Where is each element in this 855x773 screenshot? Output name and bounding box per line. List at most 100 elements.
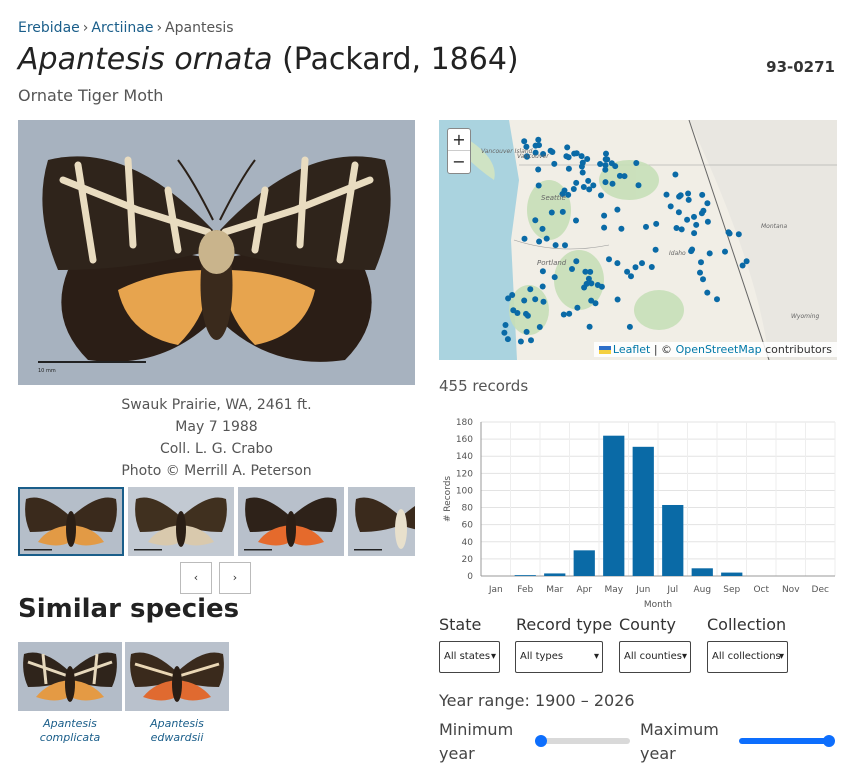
map-occurrence-dot[interactable] [672,171,679,178]
breadcrumb-subfamily-link[interactable]: Arctiinae [91,20,153,36]
map-occurrence-dot[interactable] [501,329,508,336]
map-occurrence-dot[interactable] [551,274,558,281]
map-occurrence-dot[interactable] [633,160,640,166]
map-occurrence-dot[interactable] [700,276,706,283]
map-occurrence-dot[interactable] [521,297,528,304]
map-occurrence-dot[interactable] [573,179,580,186]
map-occurrence-dot[interactable] [564,144,571,151]
map-occurrence-dot[interactable] [523,310,529,317]
bar-mar[interactable] [544,573,566,576]
maximum-year-slider[interactable] [739,738,833,744]
map-occurrence-dot[interactable] [606,256,612,263]
minimum-year-slider-handle[interactable] [535,735,547,747]
map-occurrence-dot[interactable] [691,213,697,220]
map-occurrence-dot[interactable] [583,280,590,287]
map-occurrence-dot[interactable] [653,220,660,227]
map-occurrence-dot[interactable] [635,182,642,189]
map-occurrence-dot[interactable] [573,150,580,157]
similar-species-name[interactable]: Apantesis complicata [18,717,122,745]
map-occurrence-dot[interactable] [676,193,683,200]
map-occurrence-dot[interactable] [726,230,733,237]
map-occurrence-dot[interactable] [590,182,597,189]
map-occurrence-dot[interactable] [616,172,623,179]
map-occurrence-dot[interactable] [667,203,674,210]
map-occurrence-dot[interactable] [618,225,625,232]
map-occurrence-dot[interactable] [604,156,611,163]
map-occurrence-dot[interactable] [580,184,587,190]
map-occurrence-dot[interactable] [598,192,604,199]
map-occurrence-dot[interactable] [504,336,511,343]
map-occurrence-dot[interactable] [685,196,692,203]
map-occurrence-dot[interactable] [536,142,542,149]
zoom-out-button[interactable]: − [448,151,470,173]
map-occurrence-dot[interactable] [527,286,534,293]
map-occurrence-dot[interactable] [693,221,700,228]
state-select[interactable]: All states ▾ [439,641,500,673]
map-occurrence-dot[interactable] [698,259,704,266]
main-specimen-photo[interactable]: 10 mm [18,120,415,385]
map-occurrence-dot[interactable] [562,242,568,249]
maximum-year-slider-handle[interactable] [823,735,835,747]
map-occurrence-dot[interactable] [704,200,711,207]
map-occurrence-dot[interactable] [532,217,539,224]
map-occurrence-dot[interactable] [536,324,543,330]
bar-aug[interactable] [691,568,713,576]
map-occurrence-dot[interactable] [626,323,633,330]
map-occurrence-dot[interactable] [573,217,579,224]
map-occurrence-dot[interactable] [663,191,670,198]
map-occurrence-dot[interactable] [592,300,599,307]
map-occurrence-dot[interactable] [612,163,619,170]
map-occurrence-dot[interactable] [586,323,593,330]
map-occurrence-dot[interactable] [528,337,534,344]
map-occurrence-dot[interactable] [704,289,711,296]
map-occurrence-dot[interactable] [535,166,542,173]
map-occurrence-dot[interactable] [602,179,609,186]
map-occurrence-dot[interactable] [601,212,608,219]
map-occurrence-dot[interactable] [706,250,713,257]
similar-epithet[interactable]: edwardsii [125,731,229,745]
map-occurrence-dot[interactable] [609,180,616,187]
map-occurrence-dot[interactable] [585,177,592,184]
map-occurrence-dot[interactable] [639,260,645,267]
similar-species-card[interactable]: Apantesis edwardsii [125,642,229,745]
map-occurrence-dot[interactable] [565,165,572,172]
county-select[interactable]: All counties ▾ [619,641,691,673]
map-occurrence-dot[interactable] [570,186,577,192]
map-occurrence-dot[interactable] [543,235,550,242]
bar-sep[interactable] [721,572,743,576]
map-occurrence-dot[interactable] [628,273,634,280]
thumbnail-1[interactable] [18,487,124,556]
map-occurrence-dot[interactable] [510,307,517,314]
map-occurrence-dot[interactable] [652,246,659,253]
bar-apr[interactable] [573,550,595,576]
similar-genus[interactable]: Apantesis [125,717,229,731]
similar-species-image[interactable] [125,642,229,711]
map-occurrence-dot[interactable] [578,163,585,170]
map-occurrence-dot[interactable] [643,223,649,230]
map-occurrence-dot[interactable] [584,156,591,162]
map-occurrence-dot[interactable] [739,262,746,269]
map-occurrence-dot[interactable] [573,258,580,265]
map-occurrence-dot[interactable] [648,264,655,270]
leaflet-link[interactable]: Leaflet [613,343,650,356]
map-occurrence-dot[interactable] [560,311,567,318]
map-occurrence-dot[interactable] [714,296,720,303]
map-occurrence-dot[interactable] [603,150,609,157]
bar-feb[interactable] [514,575,536,576]
map-occurrence-dot[interactable] [601,224,608,231]
map-occurrence-dot[interactable] [565,154,572,161]
map-occurrence-dot[interactable] [678,226,685,233]
map-occurrence-dot[interactable] [691,230,698,237]
zoom-in-button[interactable]: + [448,129,470,151]
map-occurrence-dot[interactable] [539,283,546,290]
map-occurrence-dot[interactable] [521,138,528,145]
map-occurrence-dot[interactable] [697,269,703,276]
thumbnail-4[interactable] [348,487,415,556]
map-occurrence-dot[interactable] [698,210,705,217]
similar-genus[interactable]: Apantesis [18,717,122,731]
bar-jun[interactable] [632,446,654,576]
map-occurrence-dot[interactable] [551,160,558,167]
map-occurrence-dot[interactable] [632,264,639,271]
map-occurrence-dot[interactable] [688,248,695,255]
thumbnail-2[interactable] [128,487,234,556]
